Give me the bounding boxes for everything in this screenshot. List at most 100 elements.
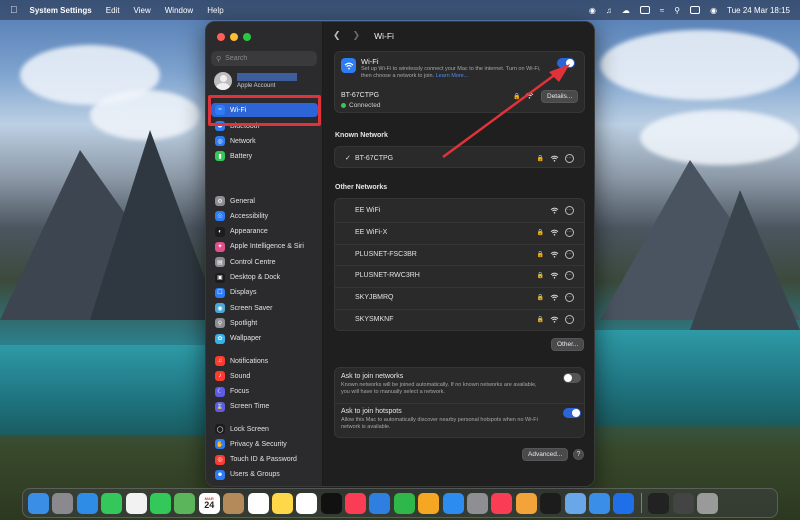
- apple-menu-icon[interactable]: : [10, 5, 18, 16]
- sidebar-item-focus[interactable]: ☾ Focus: [211, 385, 318, 399]
- news-icon[interactable]: [491, 492, 513, 514]
- more-options-icon[interactable]: ⋯: [565, 293, 574, 303]
- network-row[interactable]: PLUSNET-FSC3BR 🔒 ⋯: [335, 243, 584, 264]
- sidebar-item-battery[interactable]: ▮ Battery: [211, 149, 318, 163]
- sidebar-item-general[interactable]: ⚙ General: [211, 194, 318, 208]
- maps-icon[interactable]: [174, 492, 196, 514]
- sidebar-item-users-groups[interactable]: ☻ Users & Groups: [211, 468, 318, 482]
- sidebar-item-privacy-security[interactable]: ✋ Privacy & Security: [211, 437, 318, 451]
- dropbox-icon[interactable]: [613, 492, 635, 514]
- sidebar-item-appearance[interactable]: ◐ Appearance: [211, 225, 318, 239]
- zoom-button[interactable]: [243, 33, 251, 41]
- more-options-icon[interactable]: ⋯: [565, 227, 574, 237]
- app-store-icon[interactable]: [442, 492, 464, 514]
- more-options-icon[interactable]: ⋯: [565, 205, 574, 215]
- sidebar-item-desktop-dock[interactable]: ▣ Desktop & Dock: [211, 271, 318, 285]
- sidebar-item-apple-intelligence-siri[interactable]: ✦ Apple Intelligence & Siri: [211, 240, 318, 254]
- numbers-icon[interactable]: [393, 492, 415, 514]
- music-icon[interactable]: [345, 492, 367, 514]
- search-input[interactable]: [225, 55, 311, 62]
- reminders-icon[interactable]: [247, 492, 269, 514]
- sidebar-search[interactable]: ⚲: [211, 51, 317, 66]
- sidebar-item-wi-fi[interactable]: ≈ Wi-Fi: [211, 103, 318, 117]
- siri-status-icon[interactable]: ◉: [710, 6, 717, 15]
- close-button[interactable]: [217, 33, 225, 41]
- sidebar-item-accessibility[interactable]: ☉ Accessibility: [211, 209, 318, 223]
- sidebar-item-lock-screen[interactable]: ◯ Lock Screen: [211, 422, 318, 436]
- menu-view[interactable]: View: [134, 6, 151, 15]
- facetime-icon[interactable]: [149, 492, 171, 514]
- sidebar-item-control-centre[interactable]: ▤ Control Centre: [211, 255, 318, 269]
- learn-more-link[interactable]: Learn More...: [436, 73, 469, 79]
- ask-hotspot-toggle[interactable]: [563, 408, 581, 418]
- launchpad-icon[interactable]: [52, 492, 74, 514]
- sidebar-item-screen-saver[interactable]: ◉ Screen Saver: [211, 301, 318, 315]
- network-row[interactable]: EE WiFi-X 🔒 ⋯: [335, 221, 584, 242]
- more-options-icon[interactable]: ⋯: [565, 315, 574, 324]
- network-row[interactable]: PLUSNET-RWC3RH 🔒 ⋯: [335, 265, 584, 285]
- icloud-icon[interactable]: [588, 492, 610, 514]
- network-row[interactable]: SKYJBMRQ 🔒 ⋯: [335, 287, 584, 307]
- menu-edit[interactable]: Edit: [106, 6, 120, 15]
- messages-icon[interactable]: [101, 492, 123, 514]
- system-settings-icon[interactable]: [467, 492, 489, 514]
- hand-icon: ✋: [215, 439, 225, 450]
- more-options-icon[interactable]: ⋯: [565, 271, 574, 281]
- sidebar-item-wallpaper[interactable]: ✿ Wallpaper: [211, 332, 318, 346]
- terminal-icon[interactable]: [540, 492, 562, 514]
- details-button[interactable]: Details...: [541, 90, 579, 103]
- phone-mirror-icon[interactable]: [648, 492, 670, 514]
- notes-icon[interactable]: [271, 492, 293, 514]
- network-row[interactable]: SKYSMKNF 🔒 ⋯: [335, 309, 584, 329]
- sidebar-item-displays[interactable]: ☐ Displays: [211, 286, 318, 300]
- sidebar-item-sound[interactable]: ♪ Sound: [211, 369, 318, 383]
- photos-icon[interactable]: [125, 492, 147, 514]
- menu-window[interactable]: Window: [165, 6, 193, 15]
- wifi-toggle[interactable]: [557, 58, 575, 68]
- sidebar-item-bluetooth[interactable]: ✱ Bluetooth: [211, 119, 318, 133]
- calendar-icon[interactable]: MAR 24: [198, 492, 220, 514]
- finder-icon[interactable]: [28, 492, 49, 514]
- sidebar-item-label: Wi-Fi: [230, 106, 247, 114]
- sidebar-item-touch-id-password[interactable]: ◎ Touch ID & Password: [211, 453, 318, 467]
- sidebar-item-notifications[interactable]: ♫ Notifications: [211, 354, 318, 368]
- jotform-icon[interactable]: [515, 492, 537, 514]
- control-centre-status-icon[interactable]: [690, 6, 701, 14]
- apple-account[interactable]: Apple Account: [214, 72, 297, 90]
- network-name: PLUSNET-FSC3BR: [355, 250, 417, 258]
- tv-icon[interactable]: [320, 492, 342, 514]
- back-chevron-icon[interactable]: ❮: [333, 30, 341, 41]
- more-options-icon[interactable]: ⋯: [565, 153, 574, 163]
- sidebar-item-label: Focus: [230, 388, 250, 396]
- trash-icon[interactable]: [696, 492, 718, 514]
- control-centre-icon: ▤: [215, 257, 225, 268]
- search-status-icon[interactable]: ⚲: [674, 6, 680, 15]
- status-record-icon[interactable]: ◉: [589, 6, 596, 15]
- more-options-icon[interactable]: ⋯: [565, 249, 574, 259]
- status-cloud-icon[interactable]: ☁: [622, 6, 630, 15]
- ask-join-toggle[interactable]: [563, 373, 581, 383]
- forward-chevron-icon[interactable]: ❯: [353, 30, 361, 41]
- status-music-icon[interactable]: ♫: [606, 6, 612, 15]
- network-row[interactable]: EE WiFi ⋯: [335, 200, 584, 220]
- menu-help[interactable]: Help: [207, 6, 223, 15]
- minimize-button[interactable]: [230, 33, 238, 41]
- preview-icon[interactable]: [564, 492, 586, 514]
- sidebar-item-screen-time[interactable]: ⌛ Screen Time: [211, 400, 318, 414]
- advanced-button[interactable]: Advanced...: [522, 448, 569, 461]
- wifi-status-icon[interactable]: ≈: [660, 6, 664, 15]
- other-button[interactable]: Other...: [551, 338, 585, 351]
- server-icon[interactable]: [672, 492, 694, 514]
- sidebar-item-spotlight[interactable]: ⚲ Spotlight: [211, 316, 318, 330]
- help-button[interactable]: ?: [573, 449, 584, 460]
- sidebar-item-network[interactable]: ◎ Network: [211, 134, 318, 148]
- menu-datetime[interactable]: Tue 24 Mar 18:15: [727, 6, 790, 15]
- keynote-icon[interactable]: [369, 492, 391, 514]
- pages-icon[interactable]: [418, 492, 440, 514]
- contacts-icon[interactable]: [223, 492, 245, 514]
- menu-app-name[interactable]: System Settings: [30, 6, 92, 15]
- safari-icon[interactable]: [76, 492, 98, 514]
- network-row[interactable]: ✓ BT-67CTPG 🔒 ⋯: [335, 148, 584, 168]
- battery-status-icon[interactable]: [639, 6, 650, 14]
- freeform-icon[interactable]: [296, 492, 318, 514]
